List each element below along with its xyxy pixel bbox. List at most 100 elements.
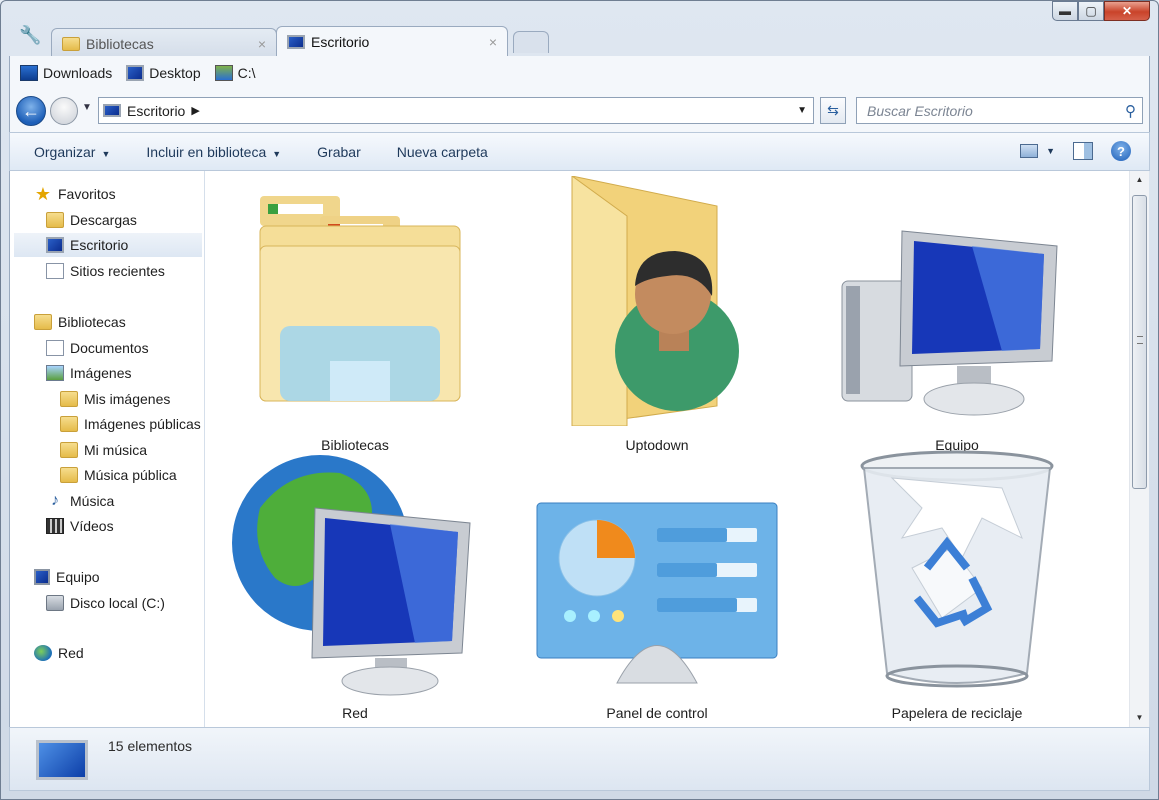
tab-label: Bibliotecas [86, 35, 154, 52]
recent-places-icon [46, 263, 64, 279]
chevron-down-icon: ▼ [1046, 146, 1055, 156]
preview-pane-icon[interactable] [1073, 142, 1093, 160]
music-note-icon: ♪ [51, 492, 59, 509]
minimize-button[interactable]: ▬ [1052, 1, 1078, 21]
nav-recent-places[interactable]: Sitios recientes [46, 259, 165, 283]
refresh-button[interactable]: ⇆ [820, 97, 846, 124]
folder-icon [60, 391, 78, 407]
bookmark-label: Desktop [149, 65, 201, 81]
navigation-pane: ★ Favoritos Descargas Escritorio Sitios r… [9, 171, 205, 727]
search-icon[interactable]: ⚲ [1125, 102, 1136, 120]
nav-downloads[interactable]: Descargas [46, 208, 137, 232]
tab-label: Escritorio [311, 33, 370, 50]
desktop-icon [103, 104, 121, 117]
network-icon [34, 645, 52, 661]
back-button[interactable]: ← [16, 96, 46, 126]
item-label: Panel de control [606, 705, 708, 721]
item-equipo[interactable]: Equipo [827, 181, 1087, 453]
tab-escritorio[interactable]: Escritorio × [276, 26, 508, 56]
nav-network[interactable]: Red [34, 641, 84, 665]
nav-documents[interactable]: Documentos [46, 336, 149, 360]
tab-strip: Bibliotecas × Escritorio × [51, 26, 549, 58]
new-folder-button[interactable]: Nueva carpeta [397, 144, 488, 160]
nav-local-disk[interactable]: Disco local (C:) [46, 591, 165, 615]
computer-icon [841, 230, 1058, 416]
network-icon [232, 455, 471, 696]
item-uptodown[interactable]: Uptodown [527, 176, 787, 453]
libraries-icon [34, 314, 52, 330]
nav-desktop[interactable]: Escritorio [14, 233, 202, 257]
include-in-library-button[interactable]: Incluir en biblioteca ▼ [146, 144, 281, 160]
item-label: Red [342, 705, 368, 721]
downloads-icon [20, 65, 38, 81]
command-bar-right: ▼ ? [1020, 141, 1131, 161]
explorer-window: ▬ ▢ ✕ 🔧 Bibliotecas × Escritorio × Downl… [0, 0, 1159, 800]
tab-close-icon[interactable]: × [489, 34, 497, 50]
drive-icon [214, 65, 233, 81]
address-dropdown-icon[interactable]: ▼ [797, 105, 807, 116]
view-icon [1020, 144, 1039, 158]
maximize-button[interactable]: ▢ [1078, 1, 1104, 21]
breadcrumb-escritorio[interactable]: Escritorio [127, 103, 185, 119]
nav-videos[interactable]: Vídeos [46, 514, 114, 538]
refresh-icon: ⇆ [827, 102, 839, 118]
folder-icon [60, 442, 78, 458]
item-bibliotecas[interactable]: Bibliotecas [225, 181, 485, 453]
bookmark-c-drive[interactable]: C:\ [214, 65, 256, 81]
nav-my-music[interactable]: Mi música [60, 438, 147, 462]
help-icon[interactable]: ? [1111, 141, 1131, 161]
change-view-button[interactable]: ▼ [1020, 144, 1055, 158]
downloads-folder-icon [46, 212, 64, 228]
nav-images[interactable]: Imágenes [46, 361, 131, 385]
item-papelera-de-reciclaje[interactable]: Papelera de reciclaje [827, 450, 1087, 723]
close-button[interactable]: ✕ [1104, 1, 1150, 21]
nav-public-images[interactable]: Imágenes públicas [60, 412, 201, 436]
item-label: Papelera de reciclaje [891, 705, 1023, 721]
tab-bibliotecas[interactable]: Bibliotecas × [51, 28, 277, 58]
item-red[interactable]: Red [225, 453, 485, 723]
wrench-icon[interactable]: 🔧 [19, 25, 41, 46]
chevron-down-icon: ▼ [272, 148, 282, 159]
images-icon [46, 365, 64, 381]
nav-favorites[interactable]: ★ Favoritos [34, 182, 116, 206]
grip-icon [1137, 336, 1143, 344]
libraries-icon [259, 196, 461, 402]
scroll-thumb[interactable] [1132, 195, 1147, 489]
nav-my-images[interactable]: Mis imágenes [60, 387, 170, 411]
breadcrumb-arrow-icon[interactable]: ▶ [191, 104, 199, 117]
scroll-up-arrow-icon[interactable]: ▲ [1130, 171, 1149, 189]
chevron-down-icon: ▼ [101, 148, 111, 159]
bookmark-label: Downloads [43, 65, 113, 81]
film-icon [46, 518, 64, 534]
bookmark-label: C:\ [237, 65, 256, 81]
nav-libraries[interactable]: Bibliotecas [34, 310, 126, 334]
nav-music[interactable]: ♪ Música [46, 489, 114, 513]
tab-close-icon[interactable]: × [258, 36, 266, 52]
address-bar[interactable]: Escritorio ▶ ▼ [98, 97, 814, 124]
burn-button[interactable]: Grabar [317, 144, 361, 160]
new-tab-button[interactable] [513, 31, 549, 53]
bookmarks-bar: Downloads Desktop C:\ [9, 56, 1150, 90]
bookmark-downloads[interactable]: Downloads [20, 65, 112, 81]
control-panel-icon [536, 502, 778, 684]
star-icon: ★ [34, 184, 52, 204]
bookmark-desktop[interactable]: Desktop [126, 65, 201, 81]
folder-icon [60, 467, 78, 483]
address-row: ← ▼ Escritorio ▶ ▼ ⇆ Buscar Escritorio ⚲ [9, 90, 1150, 132]
vertical-scrollbar[interactable]: ▲ ▼ [1129, 171, 1149, 727]
nav-computer[interactable]: Equipo [34, 565, 100, 589]
recent-pages-dropdown-icon[interactable]: ▼ [82, 102, 92, 113]
forward-button[interactable] [50, 97, 78, 125]
recycle-bin-icon [860, 450, 1054, 688]
back-arrow-icon: ← [22, 100, 40, 121]
organize-button[interactable]: Organizar ▼ [34, 144, 110, 160]
desktop-icon [36, 740, 88, 780]
scroll-down-arrow-icon[interactable]: ▼ [1130, 709, 1149, 727]
item-panel-de-control[interactable]: Panel de control [527, 453, 787, 723]
libraries-icon [62, 36, 80, 51]
command-bar: Organizar ▼ Incluir en biblioteca ▼ Grabar… [9, 132, 1150, 171]
desktop-icon [287, 34, 305, 49]
nav-public-music[interactable]: Música pública [60, 463, 177, 487]
disk-icon [46, 595, 64, 611]
search-input[interactable]: Buscar Escritorio ⚲ [856, 97, 1143, 124]
